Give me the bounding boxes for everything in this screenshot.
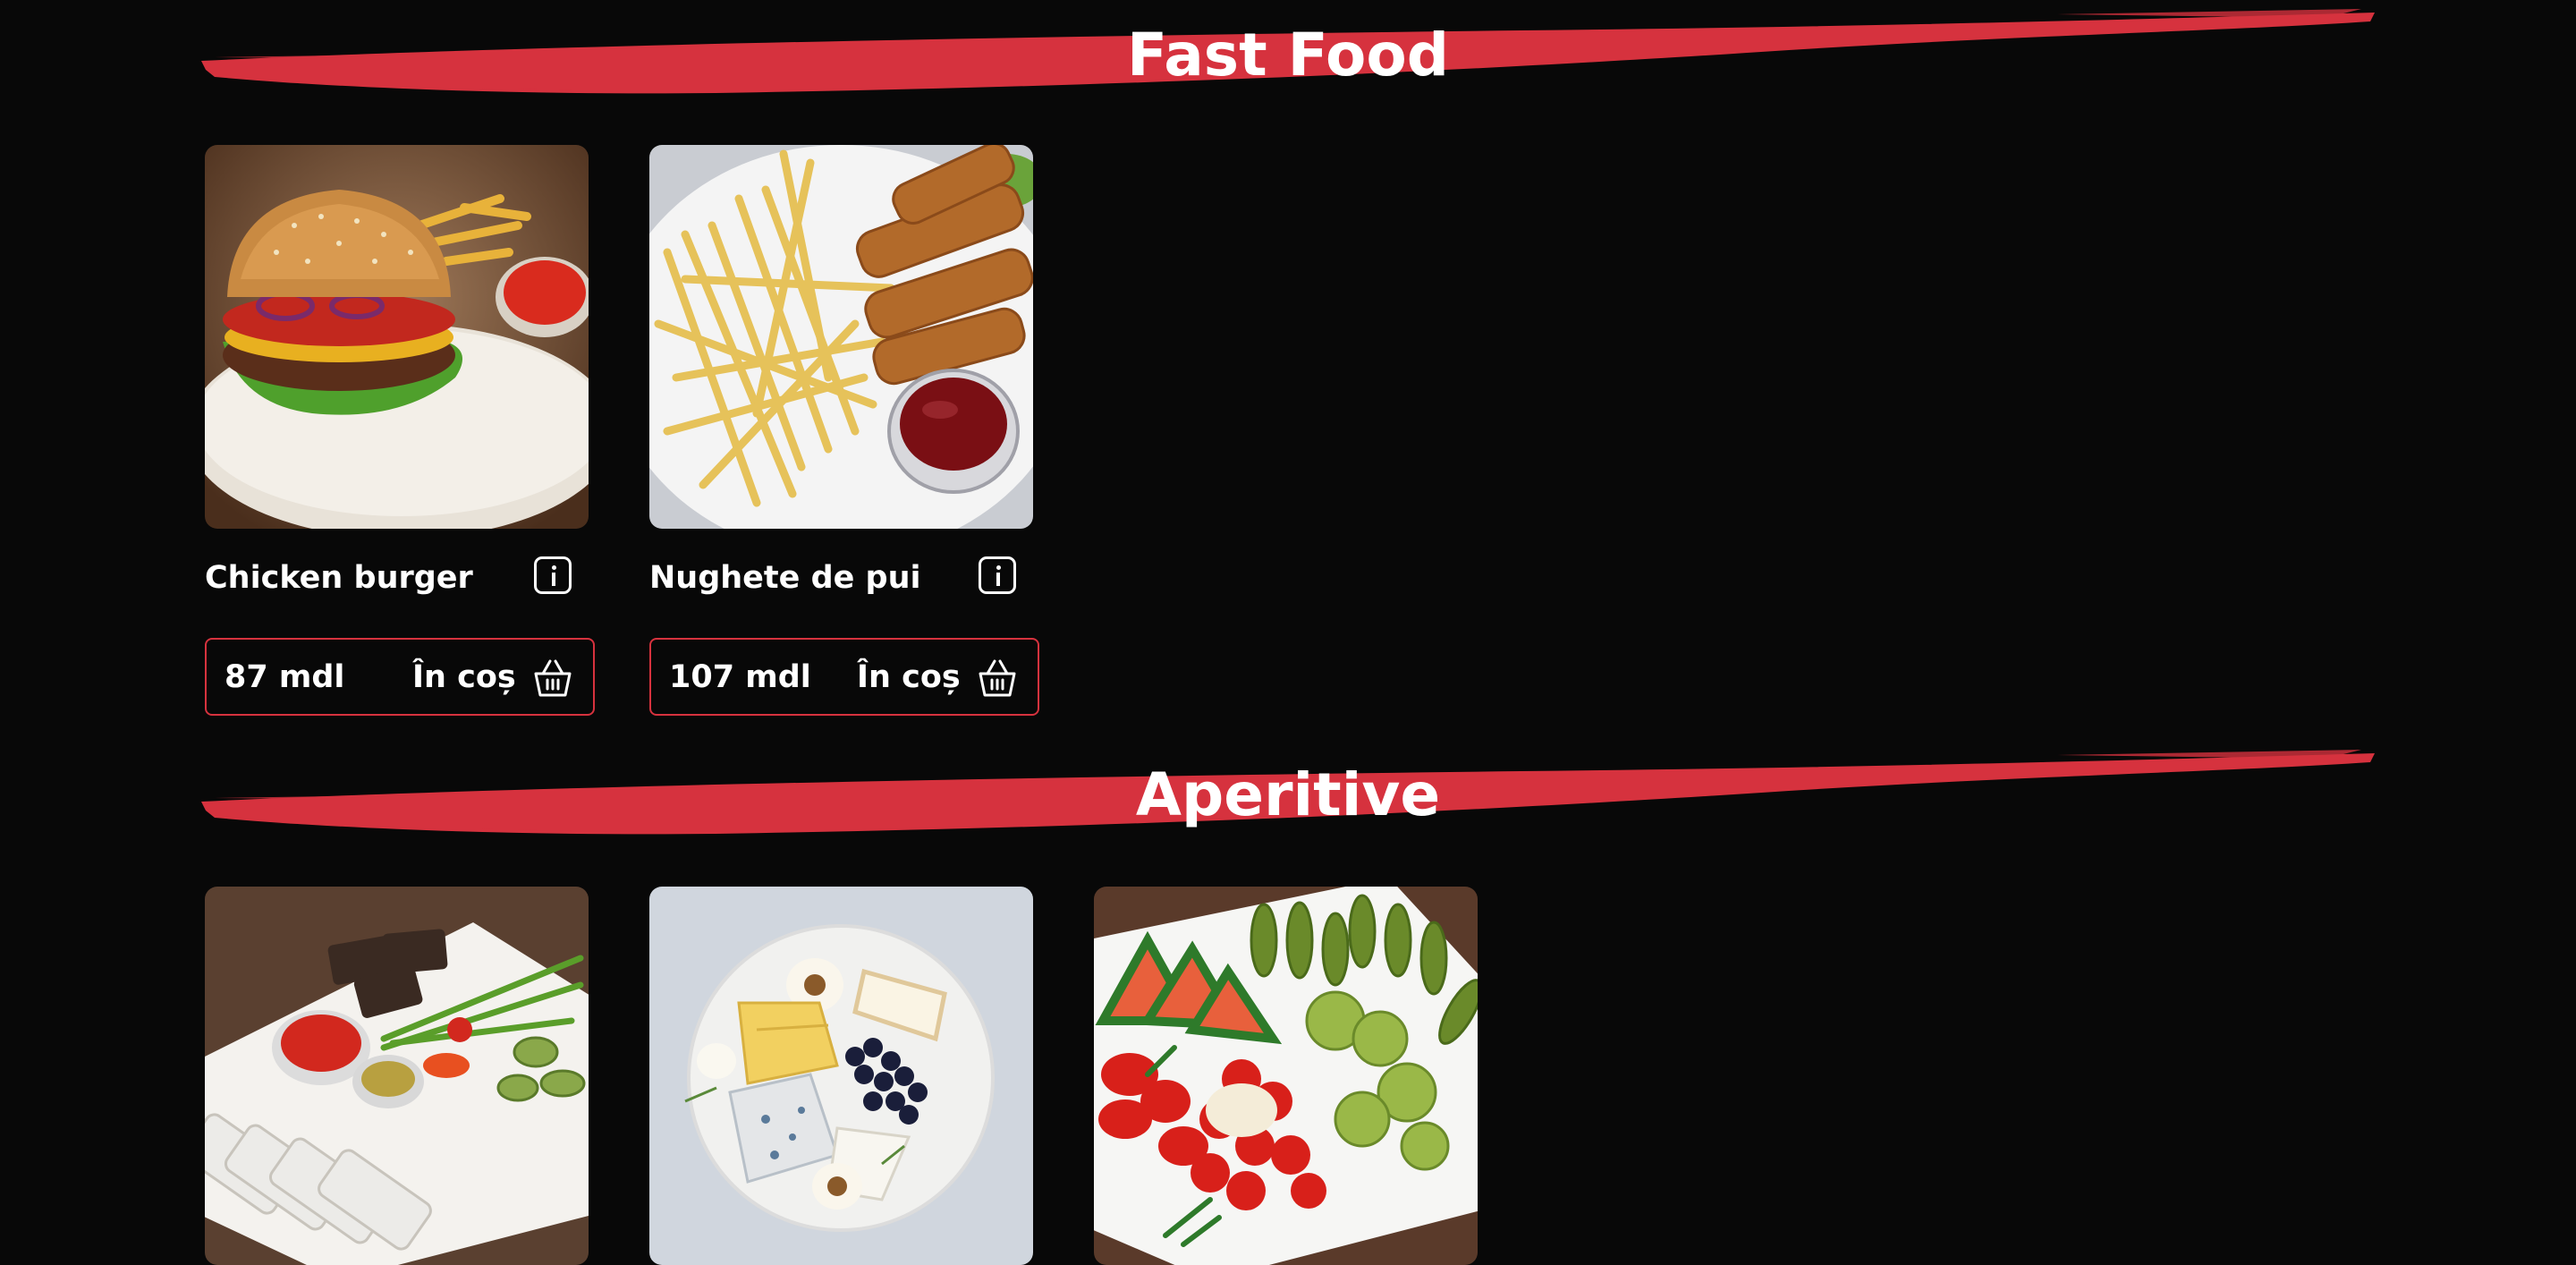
- cheese-plate-photo[interactable]: [649, 887, 1033, 1265]
- add-to-cart-button[interactable]: 107 mdl În coș: [649, 638, 1039, 716]
- menu-page: Fast Food Chicken burger 87 mdl În coș N…: [0, 0, 2576, 1265]
- info-icon[interactable]: [979, 556, 1016, 594]
- product-name-row: Chicken burger: [205, 556, 595, 603]
- product-name-row: Nughete de pui: [649, 556, 1039, 603]
- product-card-aperitive-2[interactable]: [649, 887, 1039, 1265]
- product-name[interactable]: Nughete de pui: [649, 560, 921, 596]
- nuggets-fries-photo[interactable]: [649, 145, 1033, 529]
- pickles-platter-photo[interactable]: [1094, 887, 1478, 1265]
- section-title: Fast Food: [1127, 21, 1449, 89]
- add-to-cart-button[interactable]: 87 mdl În coș: [205, 638, 595, 716]
- product-card-nughete-de-pui[interactable]: Nughete de pui 107 mdl În coș: [649, 145, 1039, 717]
- info-icon[interactable]: [534, 556, 572, 594]
- section-header-fast-food: Fast Food: [0, 0, 2576, 107]
- product-price: 87 mdl: [225, 659, 345, 695]
- product-card-aperitive-3[interactable]: [1094, 887, 1484, 1265]
- add-to-cart-label: În coș: [412, 659, 516, 695]
- section-title: Aperitive: [1135, 760, 1441, 829]
- product-price: 107 mdl: [669, 659, 811, 695]
- basket-icon: [534, 659, 572, 697]
- product-card-aperitive-1[interactable]: [205, 887, 595, 1265]
- fish-platter-photo[interactable]: [205, 887, 589, 1265]
- burger-photo[interactable]: [205, 145, 589, 529]
- product-name[interactable]: Chicken burger: [205, 560, 473, 596]
- add-to-cart-label: În coș: [857, 659, 961, 695]
- basket-icon: [979, 659, 1016, 697]
- section-header-aperitive: Aperitive: [0, 741, 2576, 848]
- product-card-chicken-burger[interactable]: Chicken burger 87 mdl În coș: [205, 145, 595, 717]
